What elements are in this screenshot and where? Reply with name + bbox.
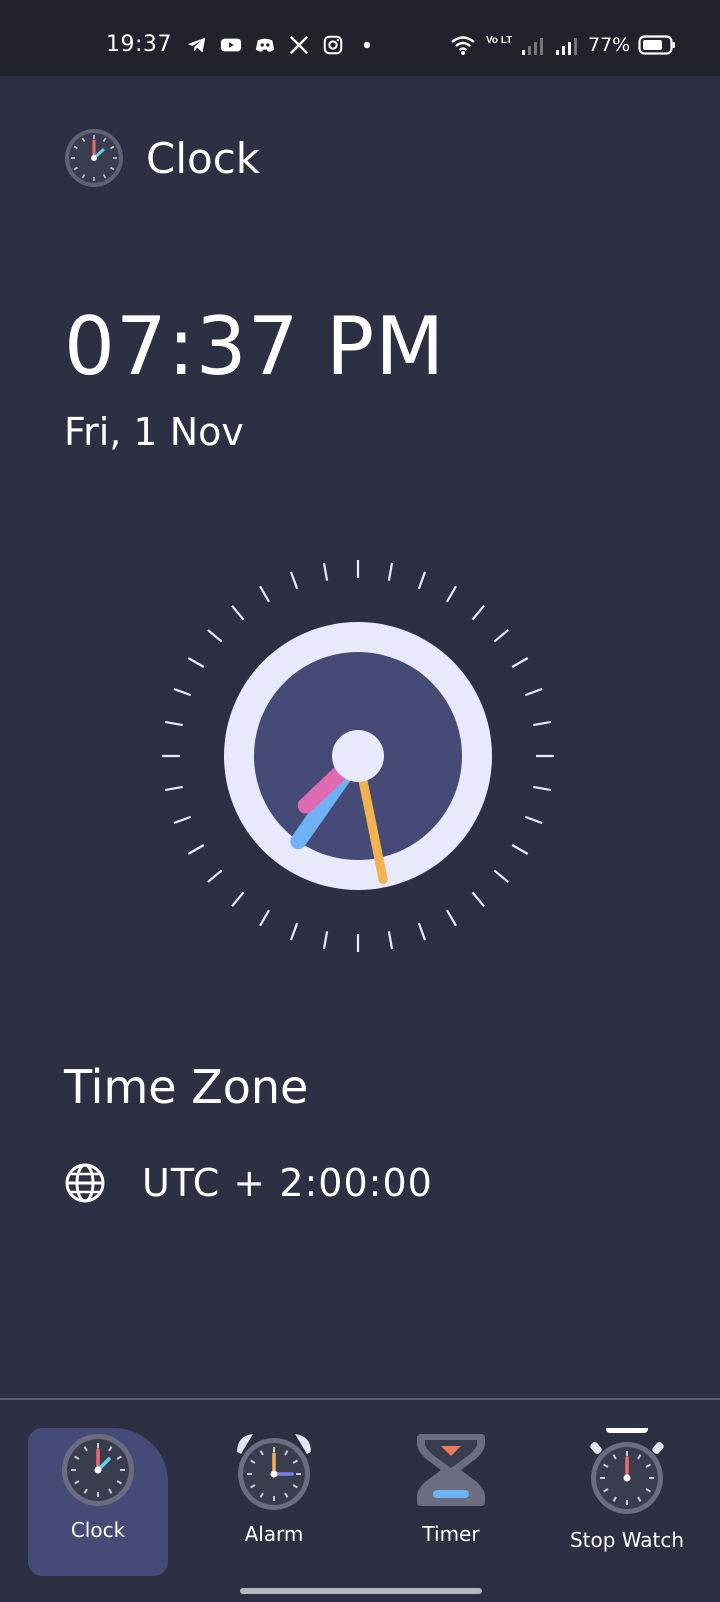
dial-tick	[187, 844, 205, 855]
status-time: 19:37	[106, 32, 172, 57]
notification-icons	[186, 33, 378, 57]
time-zone-title: Time Zone	[64, 1060, 309, 1114]
dial-tick	[231, 891, 245, 907]
battery-percent: 77%	[588, 34, 631, 56]
system-status: Vo LTE2 77%	[450, 33, 676, 57]
nav-item-clock[interactable]: Clock	[28, 1428, 168, 1576]
time-zone-row: UTC + 2:00:00	[64, 1158, 433, 1208]
dial-tick	[259, 585, 270, 603]
stopwatch-icon	[590, 1428, 664, 1514]
x-icon	[289, 35, 309, 55]
telegram-icon	[187, 37, 206, 53]
status-bar: 19:37 Vo LTE2 77%	[0, 0, 720, 76]
dial-tick	[387, 562, 394, 581]
dial-tick	[187, 657, 205, 668]
dial-tick	[471, 605, 485, 621]
dial-tick	[493, 869, 509, 883]
youtube-icon	[220, 38, 242, 52]
dial-tick	[322, 562, 329, 581]
nav-label-timer: Timer	[422, 1522, 480, 1546]
dial-tick	[164, 785, 183, 792]
dial-tick	[207, 629, 223, 643]
nav-label-stopwatch: Stop Watch	[569, 1528, 685, 1552]
globe-icon	[65, 1163, 105, 1203]
dial-tick	[322, 931, 329, 950]
volte-icon: Vo LTE2	[486, 35, 512, 46]
dial-tick	[446, 585, 457, 603]
hourglass-icon	[417, 1434, 485, 1506]
dial-tick	[173, 815, 192, 825]
instagram-icon	[323, 35, 343, 55]
signal-icon-sim1	[522, 38, 543, 55]
home-indicator[interactable]	[240, 1588, 482, 1594]
analog-clock-face	[162, 560, 554, 952]
app-logo-clock-icon	[65, 129, 123, 187]
dial-tick	[173, 687, 192, 697]
bottom-navigation: Clock Alarm Timer Stop Watch	[0, 1398, 720, 1602]
dial-tick	[289, 571, 299, 590]
dial-tick	[207, 869, 223, 883]
dial-tick	[533, 785, 552, 792]
nav-item-stopwatch[interactable]: Stop Watch	[554, 1428, 700, 1576]
nav-item-timer[interactable]: Timer	[381, 1428, 521, 1576]
digital-time: 07:37 PM	[64, 300, 446, 393]
dial-tick	[387, 931, 394, 950]
dial-tick	[417, 571, 427, 590]
dial-tick	[524, 815, 543, 825]
dial-tick	[511, 657, 529, 668]
dial-tick	[446, 909, 457, 927]
dot-icon	[363, 41, 371, 49]
app-header: Clock	[64, 128, 260, 188]
nav-label-clock: Clock	[70, 1518, 126, 1542]
wifi-icon	[451, 36, 475, 55]
dial-tick	[164, 720, 183, 727]
dial-tick	[511, 844, 529, 855]
dial-tick	[524, 687, 543, 697]
current-date: Fri, 1 Nov	[64, 410, 244, 454]
dial-tick	[533, 720, 552, 727]
dial-tick	[289, 922, 299, 941]
dial-center-cap	[332, 730, 384, 782]
clock-icon	[62, 1434, 134, 1506]
signal-icon-sim2	[556, 38, 577, 55]
volte-label: Vo LTE2	[486, 35, 512, 46]
analog-clock	[150, 548, 566, 964]
battery-icon	[638, 35, 676, 55]
discord-icon	[255, 38, 275, 52]
time-zone-value: UTC + 2:00:00	[142, 1161, 433, 1205]
app-title: Clock	[146, 133, 261, 183]
dial-tick	[493, 629, 509, 643]
nav-item-alarm[interactable]: Alarm	[204, 1428, 344, 1576]
dial-tick	[417, 922, 427, 941]
alarm-icon	[237, 1434, 311, 1510]
dial-tick	[231, 605, 245, 621]
dial-tick	[259, 909, 270, 927]
nav-label-alarm: Alarm	[244, 1522, 304, 1546]
dial-tick	[471, 891, 485, 907]
